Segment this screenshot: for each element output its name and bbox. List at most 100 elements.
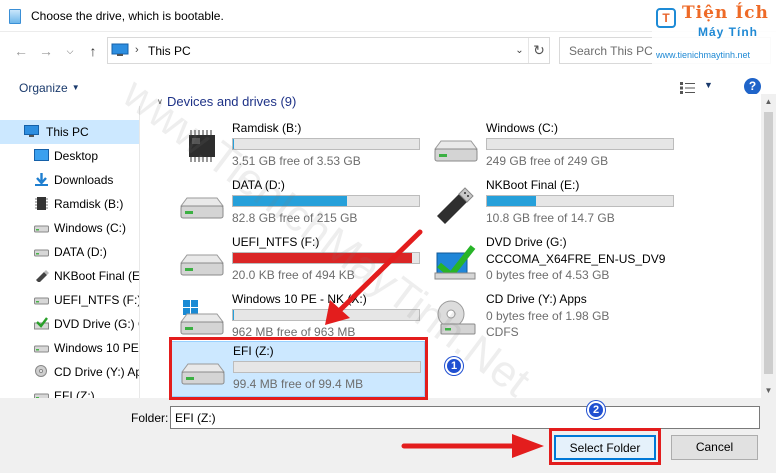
drive-item-windows10pe-x[interactable]: Windows 10 PE - NK (X:) 962 MB free of 9… bbox=[171, 290, 425, 344]
capacity-bar bbox=[486, 195, 674, 207]
drive-item-uefi-ntfs-f[interactable]: UEFI_NTFS (F:) 20.0 KB free of 494 KB bbox=[171, 233, 425, 287]
sidebar-item-label: Downloads bbox=[54, 173, 114, 187]
drive-item-nkboot-e[interactable]: NKBoot Final (E:) 10.8 GB free of 14.7 G… bbox=[425, 176, 679, 230]
drive-free-space: 10.8 GB free of 14.7 GB bbox=[486, 211, 615, 225]
drive-icon bbox=[180, 197, 224, 219]
drive-free-space: 20.0 KB free of 494 KB bbox=[232, 268, 355, 282]
capacity-bar bbox=[232, 138, 420, 150]
drive-name: Windows 10 PE - NK (X:) bbox=[232, 292, 367, 306]
drive-icon bbox=[34, 249, 49, 257]
sidebar-item-windows10pe-x[interactable]: Windows 10 PE - bbox=[0, 336, 140, 360]
search-placeholder: Search This PC bbox=[569, 44, 653, 58]
pc-icon bbox=[111, 43, 129, 56]
group-header[interactable]: ∨ Devices and drives (9) bbox=[157, 94, 297, 109]
drive-name: DVD Drive (G:) bbox=[486, 235, 567, 249]
sidebar-item-uefi-ntfs-f[interactable]: UEFI_NTFS (F:) bbox=[0, 288, 140, 312]
chevron-down-icon: ∨ bbox=[157, 97, 163, 106]
drive-item-windows-c[interactable]: Windows (C:) 249 GB free of 249 GB bbox=[425, 119, 679, 173]
cancel-button[interactable]: Cancel bbox=[671, 435, 758, 460]
sidebar-item-nkboot-e[interactable]: NKBoot Final (E: bbox=[0, 264, 139, 288]
sidebar-item-windows-c[interactable]: Windows (C:) bbox=[0, 216, 139, 240]
drive-name: NKBoot Final (E:) bbox=[486, 178, 580, 192]
logo-line2: Máy Tính bbox=[698, 25, 759, 39]
capacity-bar bbox=[232, 309, 420, 321]
drive-icon bbox=[180, 254, 224, 276]
chevron-down-icon[interactable]: ⌄ bbox=[511, 38, 528, 63]
back-icon[interactable]: ← bbox=[12, 41, 30, 61]
scroll-up-icon[interactable]: ▲ bbox=[761, 94, 776, 109]
sidebar-item-label: This PC bbox=[46, 125, 89, 139]
sidebar-item-label: CD Drive (Y:) Ap bbox=[54, 365, 140, 379]
sidebar-item-downloads[interactable]: Downloads bbox=[0, 168, 139, 192]
drive-free-space: 3.51 GB free of 3.53 GB bbox=[232, 154, 361, 168]
logo-url: www.tienichmaytinh.net bbox=[656, 50, 751, 60]
drive-item-ramdisk-b[interactable]: Ramdisk (B:) 3.51 GB free of 3.53 GB bbox=[171, 119, 425, 173]
sidebar-item-this-pc[interactable]: This PC bbox=[0, 120, 139, 144]
capacity-bar-fill bbox=[487, 196, 537, 206]
organize-button[interactable]: Organize ▼ bbox=[19, 81, 80, 95]
dvd-icon bbox=[434, 245, 476, 280]
drive-icon bbox=[34, 225, 49, 233]
caret-down-icon: ▼ bbox=[71, 83, 80, 92]
forward-icon[interactable]: → bbox=[37, 41, 55, 61]
sidebar-item-cd-y[interactable]: CD Drive (Y:) Ap bbox=[0, 360, 140, 384]
usb-icon bbox=[437, 187, 474, 224]
drive-icon bbox=[34, 393, 49, 398]
sidebar-item-label: Desktop bbox=[54, 149, 99, 163]
drive-filesystem: CDFS bbox=[486, 325, 519, 339]
recent-locations-icon[interactable]: ⌵ bbox=[61, 41, 79, 61]
drive-item-dvd-g[interactable]: DVD Drive (G:) CCCOMA_X64FRE_EN-US_DV9 0… bbox=[425, 233, 679, 287]
sidebar-item-efi-z[interactable]: EFI (Z:) bbox=[0, 384, 139, 398]
app-icon bbox=[9, 9, 21, 24]
drive-name: DATA (D:) bbox=[232, 178, 285, 192]
sidebar-item-label: DVD Drive (G:) C bbox=[54, 317, 140, 331]
capacity-bar-fill bbox=[233, 139, 235, 149]
sidebar-item-desktop[interactable]: Desktop bbox=[0, 144, 139, 168]
sidebar-item-ramdisk[interactable]: Ramdisk (B:) bbox=[0, 192, 139, 216]
sidebar-item-label: Windows 10 PE - bbox=[54, 341, 140, 355]
capacity-bar bbox=[486, 138, 674, 150]
highlight-box-select bbox=[549, 428, 661, 465]
logo-line1: Tiện Ích bbox=[682, 3, 769, 23]
group-header-label: Devices and drives (9) bbox=[167, 94, 297, 109]
capacity-bar-fill bbox=[233, 253, 412, 263]
pc-icon bbox=[24, 125, 39, 137]
sidebar-item-data-d[interactable]: DATA (D:) bbox=[0, 240, 139, 264]
drive-icon bbox=[434, 140, 478, 162]
sidebar-item-label: Windows (C:) bbox=[54, 221, 127, 235]
drive-item-cd-y[interactable]: CD Drive (Y:) Apps 0 bytes free of 1.98 … bbox=[425, 290, 679, 344]
organize-label: Organize bbox=[19, 81, 68, 95]
breadcrumb[interactable]: This PC bbox=[148, 44, 191, 58]
drive-free-space: 0 bytes free of 4.53 GB bbox=[486, 268, 610, 282]
drive-free-space: 82.8 GB free of 215 GB bbox=[232, 211, 358, 225]
scrollbar-thumb[interactable] bbox=[764, 112, 773, 374]
desktop-icon bbox=[34, 149, 49, 161]
breadcrumb-separator: › bbox=[135, 44, 139, 56]
sidebar-item-label: Ramdisk (B:) bbox=[54, 197, 124, 211]
drive-name: Ramdisk (B:) bbox=[232, 121, 302, 135]
ramdisk-icon bbox=[189, 130, 215, 162]
cd-icon bbox=[35, 365, 47, 377]
drive-name: CD Drive (Y:) Apps bbox=[486, 292, 587, 306]
capacity-bar bbox=[232, 252, 420, 264]
folder-field[interactable]: EFI (Z:) bbox=[170, 406, 760, 429]
step-badge-2: 2 bbox=[587, 401, 605, 419]
vertical-scrollbar[interactable]: ▲ ▼ bbox=[761, 94, 776, 398]
downloads-icon bbox=[35, 173, 48, 186]
scroll-down-icon[interactable]: ▼ bbox=[761, 383, 776, 398]
drive-name: UEFI_NTFS (F:) bbox=[232, 235, 320, 249]
help-icon[interactable]: ? bbox=[744, 78, 761, 95]
cd-icon bbox=[437, 300, 476, 335]
address-bar[interactable]: › This PC ⌄ ↻ bbox=[107, 37, 550, 64]
sidebar-item-dvd-g[interactable]: DVD Drive (G:) C bbox=[0, 312, 140, 336]
view-options-icon[interactable] bbox=[680, 82, 696, 94]
windows-drive-icon bbox=[180, 300, 224, 335]
folder-field-value: EFI (Z:) bbox=[175, 411, 216, 425]
up-icon[interactable]: ↑ bbox=[84, 41, 102, 61]
drive-item-data-d[interactable]: DATA (D:) 82.8 GB free of 215 GB bbox=[171, 176, 425, 230]
ramdisk-icon bbox=[35, 197, 48, 210]
capacity-bar bbox=[232, 195, 420, 207]
view-dropdown-icon[interactable]: ▼ bbox=[704, 80, 713, 90]
refresh-icon[interactable]: ↻ bbox=[528, 38, 549, 63]
sidebar-item-label: UEFI_NTFS (F:) bbox=[54, 293, 140, 307]
